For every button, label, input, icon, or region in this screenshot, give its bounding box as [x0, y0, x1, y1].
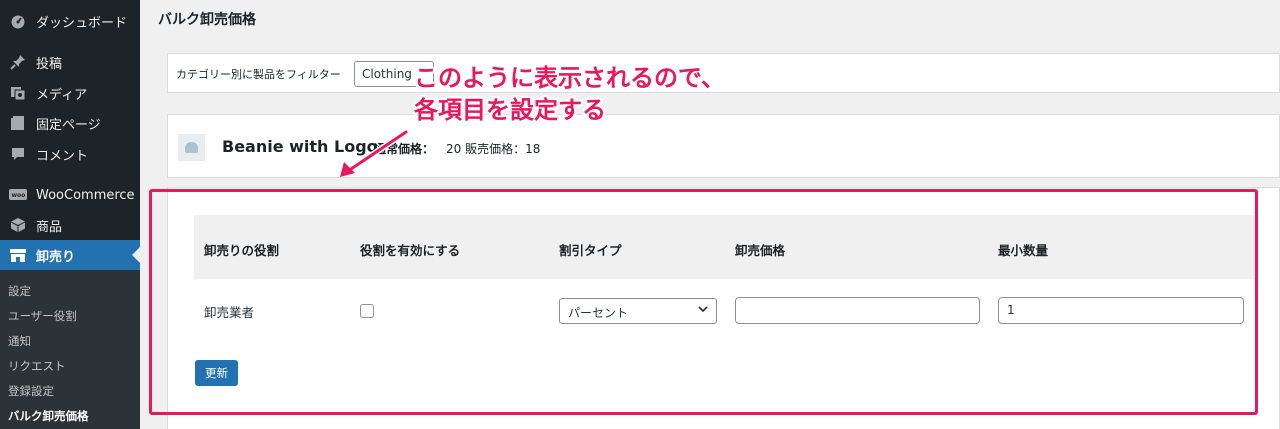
menu-comments[interactable]: コメント	[0, 139, 140, 169]
admin-sidebar: ダッシュボード 投稿 メディア 固定ページ コメント woo WooCommer…	[0, 0, 140, 429]
media-icon	[0, 85, 36, 101]
menu-products[interactable]: 商品	[0, 210, 140, 240]
menu-label: 固定ページ	[36, 117, 101, 133]
page-icon	[0, 115, 36, 131]
menu-posts[interactable]: 投稿	[0, 47, 140, 77]
beanie-icon	[185, 142, 198, 153]
menu-wholesale[interactable]: 卸売り	[0, 240, 140, 270]
dashboard-icon	[0, 13, 36, 29]
menu-label: ダッシュボード	[36, 15, 128, 31]
price-values: 20 販売価格：18	[446, 142, 541, 156]
svg-text:woo: woo	[12, 192, 26, 199]
menu-label: 卸売り	[36, 249, 76, 265]
page-title: バルク卸売価格	[158, 12, 256, 28]
menu-dashboard[interactable]: ダッシュボード	[0, 6, 140, 36]
filter-label: カテゴリー別に製品をフィルター	[176, 68, 341, 81]
product-thumbnail	[178, 134, 205, 161]
annotation-highlight-box	[149, 189, 1258, 415]
menu-label: 商品	[36, 219, 63, 235]
wholesale-submenu: 設定 ユーザー役割 通知 リクエスト 登録設定 バルク卸売価格	[0, 270, 140, 429]
menu-label: 投稿	[36, 56, 63, 72]
menu-label: コメント	[36, 148, 89, 164]
submenu-bulk-price[interactable]: バルク卸売価格	[8, 408, 89, 424]
menu-woocommerce[interactable]: woo WooCommerce	[0, 180, 140, 210]
submenu-requests[interactable]: リクエスト	[8, 358, 66, 374]
comment-icon	[0, 146, 36, 162]
woo-icon: woo	[0, 188, 36, 202]
annotation-text-line2: 各項目を設定する	[414, 96, 606, 124]
box-icon	[0, 217, 36, 233]
submenu-notifications[interactable]: 通知	[8, 333, 31, 349]
pin-icon	[0, 54, 36, 70]
submenu-settings[interactable]: 設定	[8, 283, 31, 299]
submenu-user-roles[interactable]: ユーザー役割	[8, 308, 77, 324]
menu-media[interactable]: メディア	[0, 78, 140, 108]
annotation-text-line1: このように表示されるので、	[414, 64, 726, 92]
annotation-arrow-icon	[340, 129, 409, 177]
submenu-registration[interactable]: 登録設定	[8, 383, 54, 399]
menu-label: メディア	[36, 87, 88, 103]
store-icon	[0, 247, 36, 263]
menu-pages[interactable]: 固定ページ	[0, 108, 140, 138]
menu-label: WooCommerce	[36, 187, 135, 203]
